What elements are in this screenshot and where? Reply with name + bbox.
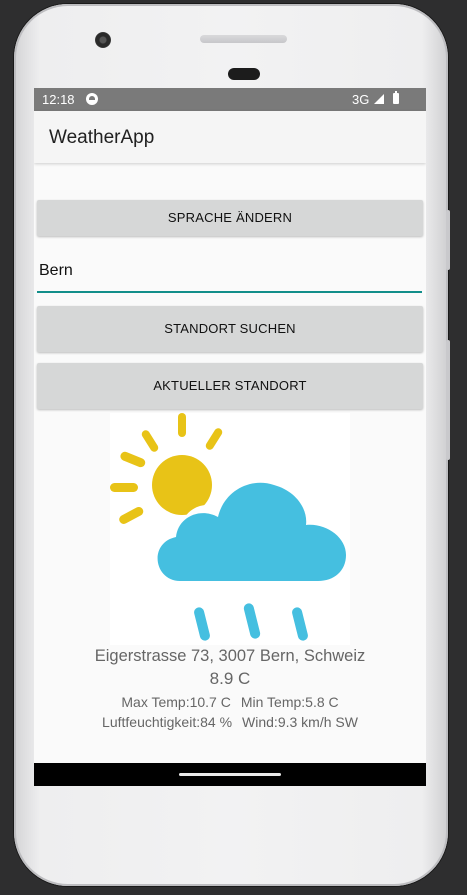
max-temperature: Max Temp:10.7 C [121,694,231,710]
weather-address: Eigerstrasse 73, 3007 Bern, Schweiz [94,647,366,665]
notification-icon [86,93,98,105]
current-location-button[interactable]: AKTUELLER STANDORT [37,363,423,409]
wind: Wind:9.3 km/h SW [242,714,358,730]
screen: 12:18 3G WeatherApp SPRACHE ÄNDERN Bern … [34,88,426,786]
change-language-button[interactable]: SPRACHE ÄNDERN [37,200,423,236]
partly-cloudy-rain-icon [110,413,350,645]
humidity: Luftfeuchtigkeit:84 % [102,714,233,730]
humidity-wind: Luftfeuchtigkeit:84 % Wind:9.3 km/h SW [34,714,426,730]
current-temperature: 8.9 C [209,669,251,688]
app-title: WeatherApp [49,127,155,148]
navigation-bar [34,763,426,786]
location-input[interactable]: Bern [37,255,422,293]
app-bar: WeatherApp [34,111,426,163]
home-gesture-handle[interactable] [179,773,281,776]
power-button[interactable] [446,340,450,460]
earpiece-speaker [200,35,287,43]
temperature-range: Max Temp:10.7 C Min Temp:5.8 C [34,694,426,710]
front-camera [95,32,111,48]
location-input-value: Bern [39,262,73,279]
volume-button[interactable] [446,210,450,270]
status-time: 12:18 [42,92,75,107]
search-location-button[interactable]: STANDORT SUCHEN [37,306,423,352]
battery-icon [393,91,399,104]
status-bar: 12:18 3G [34,88,426,111]
signal-icon [374,94,384,104]
min-temperature: Min Temp:5.8 C [240,694,339,710]
proximity-sensor [228,68,260,80]
network-type: 3G [352,92,370,107]
